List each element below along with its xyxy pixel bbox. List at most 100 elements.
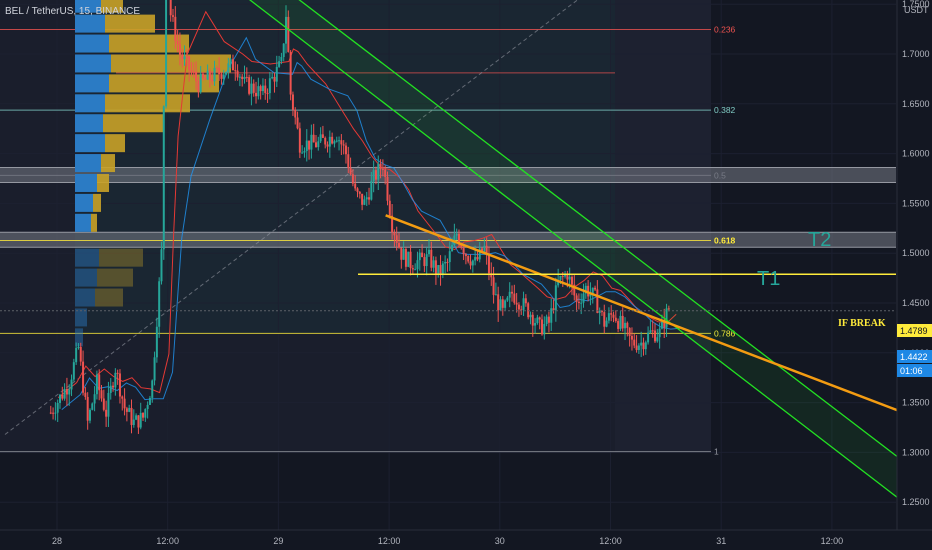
candle-body [626, 322, 629, 328]
candle-body [155, 326, 158, 358]
candle-body [529, 314, 532, 318]
candle-body [448, 251, 451, 263]
candle-body [476, 257, 479, 260]
candle-body [342, 144, 345, 146]
candle-body [513, 293, 516, 303]
candle-body [416, 260, 419, 270]
candle-body [291, 94, 294, 110]
candle-body [437, 265, 440, 274]
candle-body [487, 254, 490, 274]
candle-body [439, 265, 442, 274]
candle-body [363, 199, 366, 205]
candle-body [132, 419, 135, 425]
candle-body [568, 276, 571, 280]
candle-body [517, 304, 520, 310]
candle-body [296, 117, 299, 129]
candle-body [538, 317, 541, 320]
candle-body [642, 342, 645, 350]
candle-body [105, 409, 108, 417]
y-tick-label: 1.3500 [902, 398, 930, 408]
fib-label-0.382: 0.382 [714, 105, 736, 115]
candle-body [278, 61, 281, 67]
candle-body [95, 374, 98, 395]
candle-body [248, 77, 251, 94]
candle-body [61, 394, 64, 399]
candle-body [552, 308, 555, 311]
candle-body [56, 402, 59, 413]
candle-body [128, 407, 131, 412]
fib-label-0.618: 0.618 [714, 236, 736, 246]
candle-body [559, 276, 562, 280]
candle-body [63, 389, 66, 399]
candle-body [649, 330, 652, 333]
profile-bar-blue [75, 14, 105, 33]
y-tick-label: 1.5500 [902, 198, 930, 208]
if-break-label: IF BREAK [838, 318, 886, 329]
candle-body [68, 389, 71, 395]
candle-body [172, 15, 175, 17]
candle-body [654, 330, 657, 342]
candle-body [86, 396, 89, 421]
candle-body [118, 373, 121, 397]
candle-body [644, 342, 647, 350]
candle-body [289, 51, 292, 95]
candle-body [158, 281, 161, 327]
profile-bar-blue [75, 134, 105, 153]
candle-body [541, 319, 544, 335]
candle-body [294, 109, 297, 118]
candle-body [201, 73, 204, 79]
candle-body [384, 169, 387, 177]
candle-body [575, 295, 578, 302]
candle-body [282, 43, 285, 57]
fib-label-1: 1 [714, 447, 719, 457]
candle-body [144, 409, 147, 418]
profile-bar-yellow [97, 173, 109, 192]
svg-text:1.4789: 1.4789 [900, 326, 928, 336]
candle-body [428, 249, 430, 255]
profile-bar-blue [75, 94, 105, 113]
candle-body [77, 346, 80, 348]
t2-label: T2 [808, 229, 831, 251]
profile-bar-yellow [91, 213, 97, 232]
candle-body [612, 314, 615, 318]
candle-body [550, 308, 553, 323]
candle-body [298, 128, 301, 153]
profile-bar-yellow [105, 14, 155, 33]
candle-body [388, 200, 391, 216]
candle-body [524, 298, 527, 304]
candle-body [59, 394, 61, 403]
price-chart[interactable]: 00.2360.3820.50.6180.7861 1.75001.70001.… [0, 0, 932, 550]
candle-body [411, 268, 414, 270]
candle-body [407, 251, 410, 267]
candle-body [444, 261, 447, 264]
y-tick-label: 1.7000 [902, 49, 930, 59]
candle-body [607, 313, 610, 321]
candle-body [321, 134, 324, 138]
candle-body [116, 372, 119, 374]
candle-body [259, 86, 262, 92]
candle-body [474, 257, 477, 261]
candle-body [238, 76, 241, 78]
candle-body [255, 92, 258, 97]
fib-label-0.236: 0.236 [714, 24, 736, 34]
candle-body [462, 247, 465, 255]
candle-body [497, 294, 500, 311]
profile-bar-blue [75, 74, 109, 93]
candle-body [614, 317, 617, 322]
fib-extension-area [615, 0, 711, 452]
candle-body [280, 56, 283, 62]
candle-body [317, 141, 320, 148]
candle-body [545, 316, 548, 324]
profile-bar-blue [75, 34, 109, 53]
candle-body [236, 70, 239, 78]
candle-body [434, 260, 437, 274]
candle-body [409, 251, 412, 269]
candle-body [153, 357, 156, 381]
candle-body [624, 322, 627, 329]
candle-body [464, 254, 467, 257]
candle-body [181, 54, 184, 60]
candle-body [566, 274, 569, 280]
candle-body [386, 176, 389, 201]
candle-body [310, 134, 313, 150]
candle-body [75, 347, 78, 363]
